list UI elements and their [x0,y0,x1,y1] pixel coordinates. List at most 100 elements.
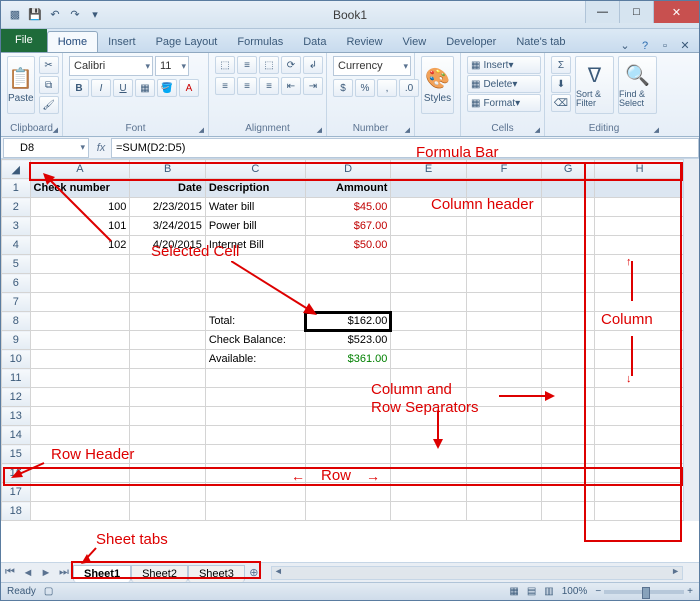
tab-home[interactable]: Home [47,31,98,52]
cell[interactable]: 101 [30,217,130,236]
cell[interactable] [595,502,685,521]
cell[interactable] [595,312,685,331]
cell[interactable]: $361.00 [305,350,391,369]
cell[interactable] [595,293,685,312]
indent-inc-button[interactable]: ⇥ [303,77,323,95]
row-header[interactable]: 8 [2,312,31,331]
cell[interactable] [30,331,130,350]
cell[interactable]: Internet Bill [205,236,305,255]
orientation-button[interactable]: ⟳ [281,56,301,74]
cell[interactable] [542,426,595,445]
cell[interactable] [305,255,391,274]
cell[interactable] [305,369,391,388]
cell[interactable] [466,369,541,388]
cell[interactable] [130,369,205,388]
copy-button[interactable]: ⧉ [39,76,59,94]
cell[interactable] [595,483,685,502]
row-header[interactable]: 2 [2,198,31,217]
cell[interactable] [30,255,130,274]
cell[interactable] [30,407,130,426]
cell[interactable] [595,236,685,255]
col-header-B[interactable]: B [130,160,205,179]
cell[interactable] [130,483,205,502]
cell[interactable] [595,350,685,369]
cell[interactable] [595,198,685,217]
cell[interactable] [205,502,305,521]
col-header-F[interactable]: F [466,160,541,179]
cell[interactable]: 102 [30,236,130,255]
cell[interactable]: Check number [30,179,130,198]
cell[interactable] [466,236,541,255]
paste-button[interactable]: 📋Paste [7,56,35,114]
cell[interactable] [391,388,466,407]
format-cells-button[interactable]: ▦ Format ▾ [467,94,541,112]
font-name-combo[interactable]: Calibri [69,56,153,76]
cell[interactable] [466,407,541,426]
cell[interactable] [595,179,685,198]
insert-cells-button[interactable]: ▦ Insert ▾ [467,56,541,74]
cell[interactable] [30,483,130,502]
row-header[interactable]: 4 [2,236,31,255]
cell[interactable] [466,445,541,464]
cell[interactable] [542,502,595,521]
cell[interactable] [391,198,466,217]
cell[interactable] [391,483,466,502]
sheet-nav-last[interactable]: ⏭ [55,566,73,579]
help-icon[interactable]: ? [637,40,653,52]
cell[interactable]: 4/20/2015 [130,236,205,255]
row-header[interactable]: 3 [2,217,31,236]
redo-icon[interactable]: ↷ [67,7,83,23]
border-button[interactable]: ▦ [135,79,155,97]
zoom-out-icon[interactable]: − [595,586,601,597]
cell[interactable] [305,483,391,502]
cell[interactable] [466,502,541,521]
cell[interactable]: $50.00 [305,236,391,255]
cell[interactable] [542,198,595,217]
cell[interactable]: 3/24/2015 [130,217,205,236]
indent-dec-button[interactable]: ⇤ [281,77,301,95]
cell[interactable] [595,331,685,350]
wrap-text-button[interactable]: ↲ [303,56,323,74]
align-center-button[interactable]: ≡ [237,77,257,95]
horizontal-scrollbar[interactable] [271,566,683,580]
cell[interactable] [205,445,305,464]
undo-icon[interactable]: ↶ [47,7,63,23]
row-header[interactable]: 9 [2,331,31,350]
cell[interactable] [391,407,466,426]
cell[interactable]: 100 [30,198,130,217]
cell[interactable] [595,274,685,293]
tab-review[interactable]: Review [336,32,392,52]
cell[interactable] [542,179,595,198]
tab-developer[interactable]: Developer [436,32,506,52]
sheet-nav-prev[interactable]: ◄ [19,567,37,579]
cell[interactable] [130,274,205,293]
cell[interactable] [466,198,541,217]
cell[interactable] [305,388,391,407]
row-header[interactable]: 14 [2,426,31,445]
number-format-combo[interactable]: Currency [333,56,411,76]
row-header[interactable]: 17 [2,483,31,502]
cell[interactable] [542,255,595,274]
cell[interactable] [130,312,205,331]
cell[interactable] [595,426,685,445]
cell[interactable] [205,369,305,388]
cell[interactable] [595,255,685,274]
font-size-combo[interactable]: 11 [155,56,189,76]
tab-insert[interactable]: Insert [98,32,146,52]
cell-selected[interactable]: $162.00 [305,312,391,331]
cell[interactable] [205,293,305,312]
tab-page-layout[interactable]: Page Layout [146,32,228,52]
row-header[interactable]: 7 [2,293,31,312]
underline-button[interactable]: U [113,79,133,97]
cell[interactable] [205,274,305,293]
bold-button[interactable]: B [69,79,89,97]
close-button[interactable]: ✕ [653,1,699,23]
cell[interactable]: Description [205,179,305,198]
cell[interactable] [466,388,541,407]
styles-button[interactable]: 🎨Styles [421,56,454,114]
cell[interactable] [391,179,466,198]
col-header-A[interactable]: A [30,160,130,179]
cell[interactable] [305,426,391,445]
cell[interactable]: Date [130,179,205,198]
cell[interactable] [542,236,595,255]
